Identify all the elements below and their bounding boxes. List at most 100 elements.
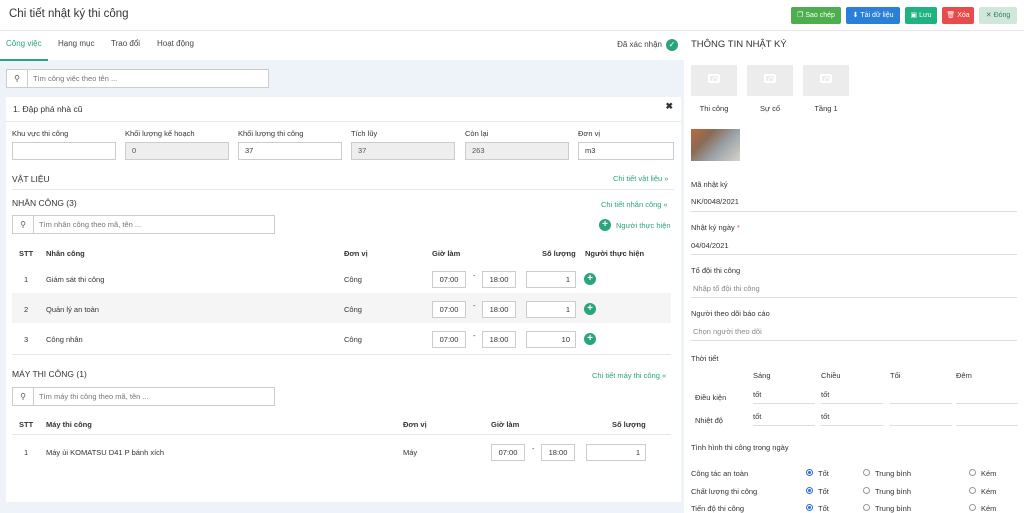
option-label: Kém (981, 487, 997, 496)
column-header: STT (19, 249, 34, 258)
add-performer-icon[interactable]: + (584, 303, 596, 315)
tab-hang-muc[interactable]: Hạng mục (58, 39, 94, 48)
search-icon: ⚲ (13, 388, 34, 405)
close-button[interactable]: ✕ Đóng (979, 7, 1017, 24)
field-label: Còn lại (465, 129, 489, 138)
end-time-input[interactable]: 18:00 (482, 301, 516, 318)
row-name: Quản lý an toàn (46, 305, 99, 314)
team-label: Tổ đội thi công (691, 266, 741, 275)
start-time-input[interactable]: 07:00 (432, 301, 466, 318)
temp-input-late[interactable] (956, 425, 1018, 426)
photo-slot[interactable] (803, 65, 849, 96)
actual-volume-field[interactable]: 37 (238, 142, 342, 160)
radio-bad[interactable] (969, 469, 976, 476)
column-header: Số lượng (612, 420, 646, 429)
camera-icon (708, 74, 720, 83)
photo-slot[interactable] (691, 65, 737, 96)
photo-label: Tầng 1 (814, 104, 838, 113)
remaining-field: 263 (465, 142, 569, 160)
add-performer-icon[interactable]: + (584, 333, 596, 345)
end-time-input[interactable]: 18:00 (541, 444, 575, 461)
date-field[interactable]: 04/04/2021 (691, 241, 729, 250)
row-name: Công nhân (46, 335, 83, 344)
copy-icon: ❐ (797, 12, 804, 19)
labor-search[interactable]: ⚲ (12, 215, 275, 234)
quantity-input[interactable]: 1 (586, 444, 646, 461)
photo-slot[interactable] (747, 65, 793, 96)
column-header: Người thực hiện (585, 249, 645, 258)
row-unit: Công (344, 335, 362, 344)
radio-bad[interactable] (969, 487, 976, 494)
weather-value[interactable]: tốt (821, 390, 829, 399)
radio-good[interactable] (806, 487, 813, 494)
quantity-input[interactable]: 10 (526, 331, 576, 348)
option-label: Trung bình (875, 504, 911, 513)
radio-good[interactable] (806, 469, 813, 476)
weather-col: Chiều (821, 371, 841, 380)
column-header: Đơn vị (403, 420, 427, 429)
tab-trao-doi[interactable]: Trao đổi (111, 39, 140, 48)
work-area-field[interactable] (12, 142, 116, 160)
copy-button[interactable]: ❐ Sao chép (791, 7, 841, 24)
save-button[interactable]: ▣ Lưu (905, 7, 937, 24)
radio-average[interactable] (863, 469, 870, 476)
follower-label: Người theo dõi báo cáo (691, 309, 770, 318)
temp-input-night[interactable] (890, 425, 952, 426)
machine-search[interactable]: ⚲ (12, 387, 275, 406)
start-time-input[interactable]: 07:00 (432, 331, 466, 348)
radio-average[interactable] (863, 487, 870, 494)
code-value: NK/0048/2021 (691, 197, 739, 206)
add-performer-link[interactable]: Người thực hiện (616, 221, 671, 230)
quantity-input[interactable]: 1 (526, 271, 576, 288)
weather-input-night[interactable] (890, 403, 952, 404)
add-performer-icon[interactable]: + (584, 273, 596, 285)
camera-icon (764, 74, 776, 83)
tab-hoat-dong[interactable]: Hoạt động (157, 39, 194, 48)
divider (691, 340, 1017, 341)
search-icon: ⚲ (13, 216, 34, 233)
download-button[interactable]: ⬇ Tải dữ liệu (846, 7, 900, 24)
site-photo-thumbnail[interactable] (691, 129, 740, 161)
divider (691, 254, 1017, 255)
radio-average[interactable] (863, 504, 870, 511)
weather-value[interactable]: tốt (821, 412, 829, 421)
quantity-input[interactable]: 1 (526, 301, 576, 318)
unit-field[interactable]: m3 (578, 142, 674, 160)
add-performer-icon[interactable]: + (599, 219, 611, 231)
start-time-input[interactable]: 07:00 (432, 271, 466, 288)
search-icon: ⚲ (7, 70, 28, 87)
photo-label: Thi công (699, 104, 729, 113)
materials-detail-link[interactable]: Chi tiết vật liệu » (613, 174, 668, 183)
accumulated-field: 37 (351, 142, 455, 160)
save-icon: ▣ (910, 12, 918, 19)
field-label: Khối lượng kế hoạch (125, 129, 195, 138)
task-search-input[interactable] (33, 71, 242, 86)
weather-value[interactable]: tốt (753, 390, 761, 399)
machine-search-input[interactable] (39, 389, 248, 404)
follower-field[interactable]: Chọn người theo dõi (693, 327, 762, 336)
task-search[interactable]: ⚲ (6, 69, 269, 88)
team-field[interactable]: Nhập tổ đội thi công (693, 284, 760, 293)
radio-bad[interactable] (969, 504, 976, 511)
delete-button[interactable]: 🗑 Xóa (942, 7, 974, 24)
planned-volume-field: 0 (125, 142, 229, 160)
tab-cong-viec[interactable]: Công việc (6, 39, 42, 48)
labor-search-input[interactable] (39, 217, 248, 232)
weather-col: Đêm (956, 371, 972, 380)
machines-detail-link[interactable]: Chi tiết máy thi công « (592, 371, 666, 380)
end-time-input[interactable]: 18:00 (482, 271, 516, 288)
time-separator: - (532, 444, 535, 453)
divider (753, 403, 815, 404)
end-time-input[interactable]: 18:00 (482, 331, 516, 348)
status-row-label: Tiến độ thi công (691, 504, 745, 513)
labor-detail-link[interactable]: Chi tiết nhân công « (601, 200, 668, 209)
weather-input-late[interactable] (956, 403, 1018, 404)
start-time-input[interactable]: 07:00 (491, 444, 525, 461)
radio-good[interactable] (806, 504, 813, 511)
row-stt: 2 (24, 305, 29, 314)
close-icon[interactable]: ✖ (665, 101, 673, 112)
tab-bar: Công việc Hạng mục Trao đổi Hoạt động Đã… (0, 31, 684, 61)
weather-value[interactable]: tốt (753, 412, 761, 421)
option-label: Tốt (818, 504, 829, 513)
field-label: Khu vực thi công (12, 129, 69, 138)
